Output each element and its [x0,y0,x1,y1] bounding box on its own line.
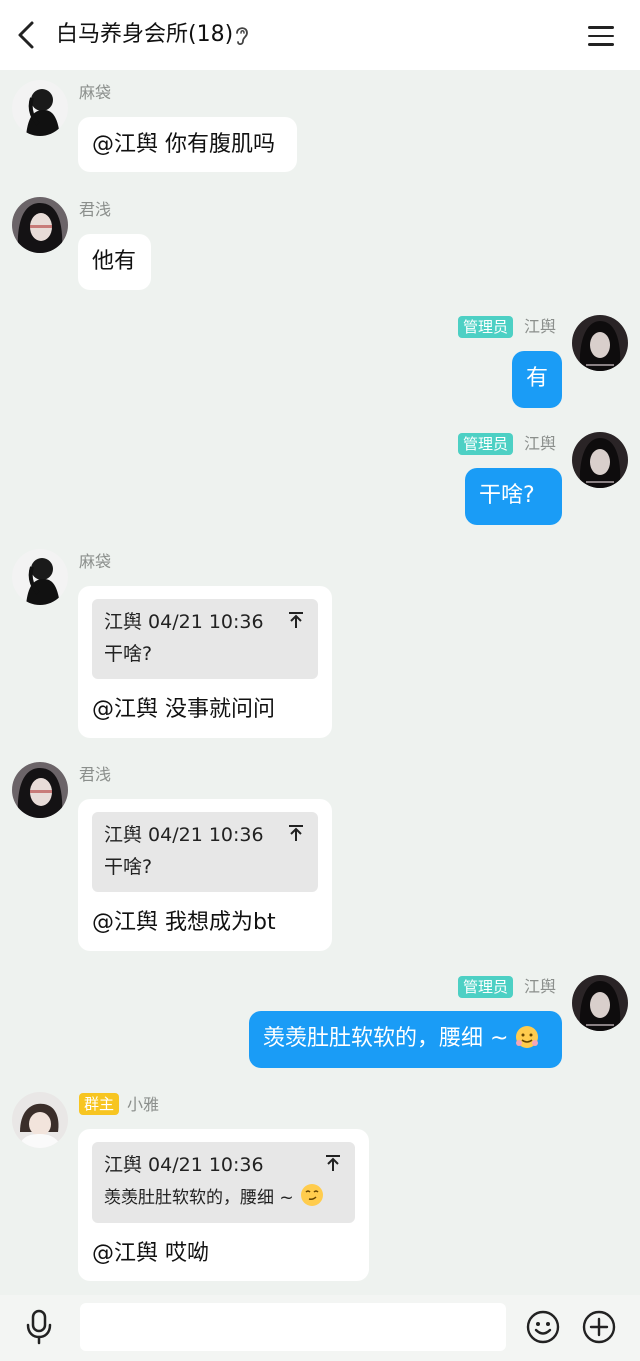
avatar[interactable] [572,315,628,371]
message-bubble[interactable]: 他有 [78,234,151,290]
input-bar [0,1295,640,1361]
message-list[interactable]: 麻袋 @江舆 你有腹肌吗 君浅 他有 江舆 管理员 有 江舆 管理员 干啥? 麻… [0,70,640,1295]
message-input[interactable] [80,1303,506,1351]
quote-text: 干啥? [104,643,153,665]
quoted-message[interactable]: 江舆 04/21 10:36 干啥? [92,812,318,892]
message-bubble[interactable]: 干啥? [465,468,562,525]
avatar[interactable] [572,432,628,488]
sender-name: 麻袋 [79,552,112,571]
smirk-emoji-icon [300,1184,323,1206]
pin-arrow-icon[interactable] [288,824,304,842]
pin-arrow-icon[interactable] [325,1154,341,1172]
admin-badge: 管理员 [458,433,514,455]
message-text: 羡羡肚肚软软的，腰细 ~ [263,1026,509,1051]
quote-header: 江舆 04/21 10:36 [104,1154,264,1176]
owner-badge: 群主 [79,1093,120,1115]
admin-badge: 管理员 [458,316,514,338]
quote-header: 江舆 04/21 10:36 [104,824,264,846]
pin-arrow-icon[interactable] [288,611,304,629]
emoji-icon[interactable] [526,1310,560,1344]
plus-icon[interactable] [582,1310,616,1344]
message-bubble[interactable]: 江舆 04/21 10:36 干啥? @江舆 我想成为bt [78,799,332,951]
sender-name: 君浅 [79,200,112,219]
admin-badge: 管理员 [458,976,514,998]
message-text: @江舆 我想成为bt [92,910,276,935]
quote-text-content: 羡羡肚肚软软的，腰细 ~ [104,1188,294,1208]
group-title[interactable]: 白马养身会所(18) [56,20,233,50]
avatar[interactable] [12,762,68,818]
avatar[interactable] [12,197,68,253]
sender-name: 江舆 [524,317,557,336]
sender-name: 君浅 [79,765,112,784]
avatar[interactable] [12,1092,68,1148]
sender-name: 小雅 [127,1095,160,1114]
quoted-message[interactable]: 江舆 04/21 10:36 羡羡肚肚软软的，腰细 ~ [92,1142,355,1223]
quote-text: 干啥? [104,856,153,878]
chat-header: 白马养身会所(18) [0,0,640,70]
avatar[interactable] [12,80,68,136]
hug-emoji-icon [516,1026,539,1048]
sender-name: 江舆 [524,434,557,453]
quote-text: 羡羡肚肚软软的，腰细 ~ [104,1180,343,1215]
message-text: @江舆 没事就问问 [92,697,275,722]
quote-header: 江舆 04/21 10:36 [104,611,264,633]
message-bubble[interactable]: @江舆 你有腹肌吗 [78,117,297,172]
message-bubble[interactable]: 有 [512,351,562,408]
avatar[interactable] [572,975,628,1031]
avatar[interactable] [12,549,68,605]
message-bubble[interactable]: 羡羡肚肚软软的，腰细 ~ [249,1011,562,1068]
message-bubble[interactable]: 江舆 04/21 10:36 羡羡肚肚软软的，腰细 ~ @江舆 哎呦 [78,1129,369,1281]
microphone-icon[interactable] [24,1309,54,1345]
back-arrow-icon[interactable] [14,20,40,50]
menu-icon[interactable] [588,22,614,48]
quoted-message[interactable]: 江舆 04/21 10:36 干啥? [92,599,318,679]
message-bubble[interactable]: 江舆 04/21 10:36 干啥? @江舆 没事就问问 [78,586,332,738]
sender-name: 江舆 [524,977,557,996]
ear-icon [236,27,248,46]
message-text: @江舆 哎呦 [92,1241,209,1266]
sender-name: 麻袋 [79,83,112,102]
